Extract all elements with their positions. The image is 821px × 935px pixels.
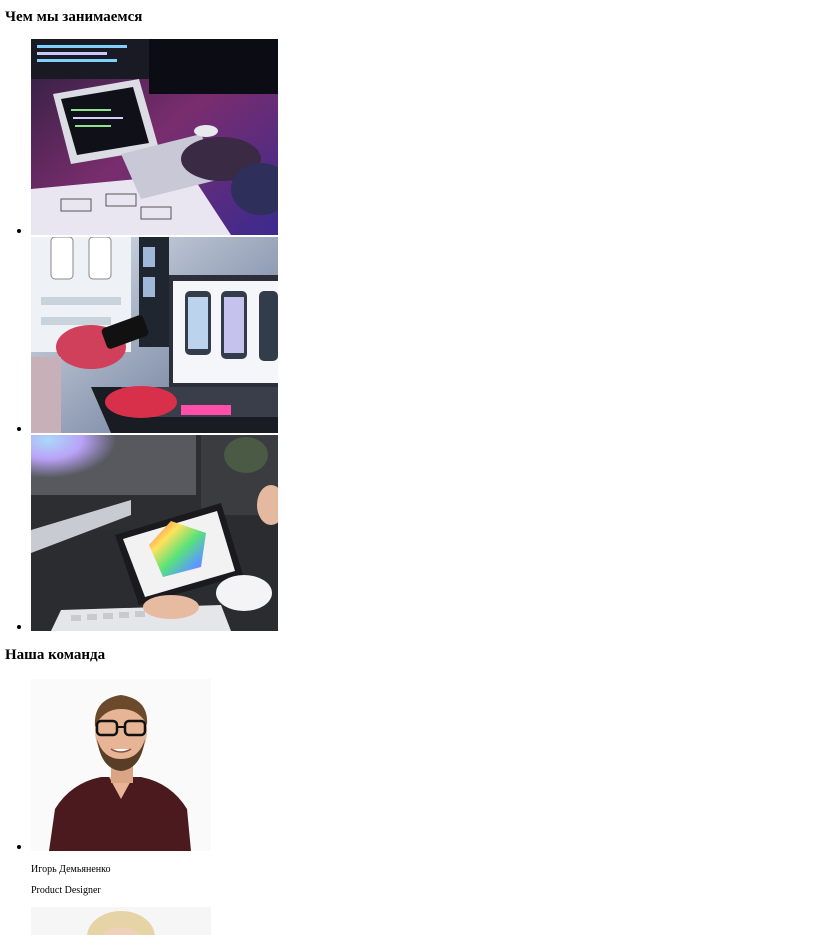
services-heading: Чем мы занимаемся [5,9,143,25]
list-bullet [17,845,21,849]
list-bullet [17,229,21,233]
color-palette-tablet-image [31,435,278,631]
coding-workspace-image [31,39,278,235]
team-member-photo [31,679,211,851]
team-member-photo [31,907,211,935]
team-heading: Наша команда [5,647,106,663]
list-bullet [17,625,21,629]
team-member-role: Product Designer [31,885,101,896]
list-bullet [17,427,21,431]
mobile-ui-design-image [31,237,278,433]
team-member-name: Игорь Демьяненко [31,864,111,875]
